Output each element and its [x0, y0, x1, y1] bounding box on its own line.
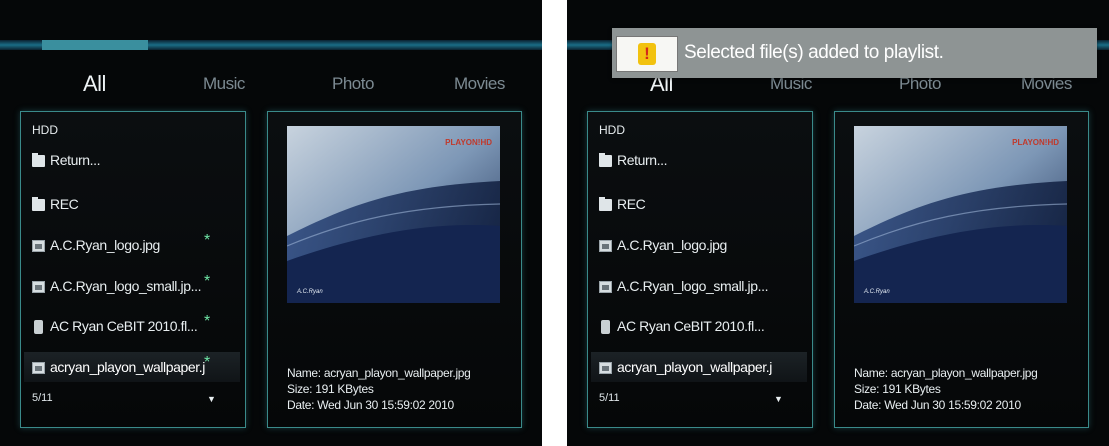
playlist-star-icon: * — [204, 313, 211, 330]
tab-music[interactable]: Music — [203, 66, 245, 102]
playlist-notification: ! Selected file(s) added to playlist. — [612, 28, 1097, 78]
media-browser-screen-after: All Music Photo Movies HDD Return... REC… — [567, 0, 1109, 446]
file-date: Date: Wed Jun 30 15:59:02 2010 — [854, 398, 1021, 412]
list-item-label: A.C.Ryan_logo_small.jp... — [50, 278, 202, 294]
brand-logo: PLAYON!HD — [1012, 138, 1059, 147]
file-list-panel: HDD Return... REC A.C.Ryan_logo.jpg A.C.… — [587, 111, 813, 428]
image-file-icon — [32, 281, 45, 293]
scroll-down-icon: ▼ — [207, 394, 216, 404]
notification-message: Selected file(s) added to playlist. — [684, 42, 944, 63]
list-item-selected[interactable]: acryan_playon_wallpaper.j * — [32, 353, 237, 383]
image-file-icon — [599, 240, 612, 252]
list-item-label: AC Ryan CeBIT 2010.fl... — [617, 318, 765, 334]
list-item[interactable]: Return... — [599, 146, 804, 176]
list-item-label: A.C.Ryan_logo_small.jp... — [617, 278, 769, 294]
list-item[interactable]: A.C.Ryan_logo_small.jp... * — [32, 272, 237, 302]
category-tabs: All Music Photo Movies — [0, 66, 542, 106]
folder-icon — [32, 153, 45, 167]
tab-photo[interactable]: Photo — [332, 66, 374, 102]
list-item[interactable]: A.C.Ryan_logo.jpg — [599, 231, 804, 261]
file-size: Size: 191 KBytes — [287, 382, 374, 396]
list-item[interactable]: Return... — [32, 146, 237, 176]
playlist-star-icon: * — [204, 354, 211, 371]
page-indicator: 5/11 — [32, 392, 53, 404]
tab-all[interactable]: All — [83, 66, 106, 102]
list-item[interactable]: A.C.Ryan_logo_small.jp... — [599, 272, 804, 302]
list-item-label: REC — [50, 196, 79, 212]
folder-icon — [32, 197, 45, 211]
file-name: Name: acryan_playon_wallpaper.jpg — [854, 366, 1038, 380]
list-item[interactable]: REC — [599, 190, 804, 220]
image-file-icon — [32, 362, 45, 374]
folder-icon — [599, 197, 612, 211]
list-item[interactable]: AC Ryan CeBIT 2010.fl... * — [32, 312, 237, 342]
video-file-icon — [601, 320, 610, 334]
list-item[interactable]: REC — [32, 190, 237, 220]
file-name: Name: acryan_playon_wallpaper.jpg — [287, 366, 471, 380]
file-size: Size: 191 KBytes — [854, 382, 941, 396]
file-date: Date: Wed Jun 30 15:59:02 2010 — [287, 398, 454, 412]
video-file-icon — [34, 320, 43, 334]
notification-badge: ! — [616, 36, 678, 72]
page-indicator: 5/11 — [599, 392, 620, 404]
active-tab-indicator — [42, 40, 148, 50]
wallpaper-thumbnail: PLAYON!HD A.C.Ryan — [287, 126, 500, 303]
brand-tagline: A.C.Ryan — [297, 289, 323, 295]
image-file-icon — [599, 362, 612, 374]
list-item-label: AC Ryan CeBIT 2010.fl... — [50, 318, 198, 334]
scroll-down-icon: ▼ — [774, 394, 783, 404]
brand-tagline: A.C.Ryan — [864, 289, 890, 295]
playlist-star-icon: * — [204, 273, 211, 290]
folder-icon — [599, 153, 612, 167]
playlist-star-icon: * — [204, 232, 211, 249]
image-file-icon — [599, 281, 612, 293]
list-item[interactable]: A.C.Ryan_logo.jpg * — [32, 231, 237, 261]
tab-movies[interactable]: Movies — [454, 66, 505, 102]
list-item-selected[interactable]: acryan_playon_wallpaper.j — [599, 353, 804, 383]
preview-panel: PLAYON!HD A.C.Ryan Name: acryan_playon_w… — [834, 111, 1089, 428]
preview-panel: PLAYON!HD A.C.Ryan Name: acryan_playon_w… — [267, 111, 522, 428]
list-item-label: A.C.Ryan_logo.jpg — [50, 237, 160, 253]
device-label: HDD — [32, 123, 58, 137]
list-item-label: Return... — [50, 152, 101, 168]
file-list-panel: HDD Return... REC A.C.Ryan_logo.jpg * A.… — [20, 111, 246, 428]
list-item-label: REC — [617, 196, 646, 212]
warning-icon: ! — [638, 43, 656, 65]
media-browser-screen-before: All Music Photo Movies HDD Return... REC… — [0, 0, 542, 446]
brand-logo: PLAYON!HD — [445, 138, 492, 147]
list-item-label: Return... — [617, 152, 668, 168]
list-item-label: acryan_playon_wallpaper.j — [617, 359, 772, 375]
device-label: HDD — [599, 123, 625, 137]
list-item-label: acryan_playon_wallpaper.j — [50, 359, 205, 375]
list-item[interactable]: AC Ryan CeBIT 2010.fl... — [599, 312, 804, 342]
list-item-label: A.C.Ryan_logo.jpg — [617, 237, 727, 253]
wallpaper-thumbnail: PLAYON!HD A.C.Ryan — [854, 126, 1067, 303]
image-file-icon — [32, 240, 45, 252]
